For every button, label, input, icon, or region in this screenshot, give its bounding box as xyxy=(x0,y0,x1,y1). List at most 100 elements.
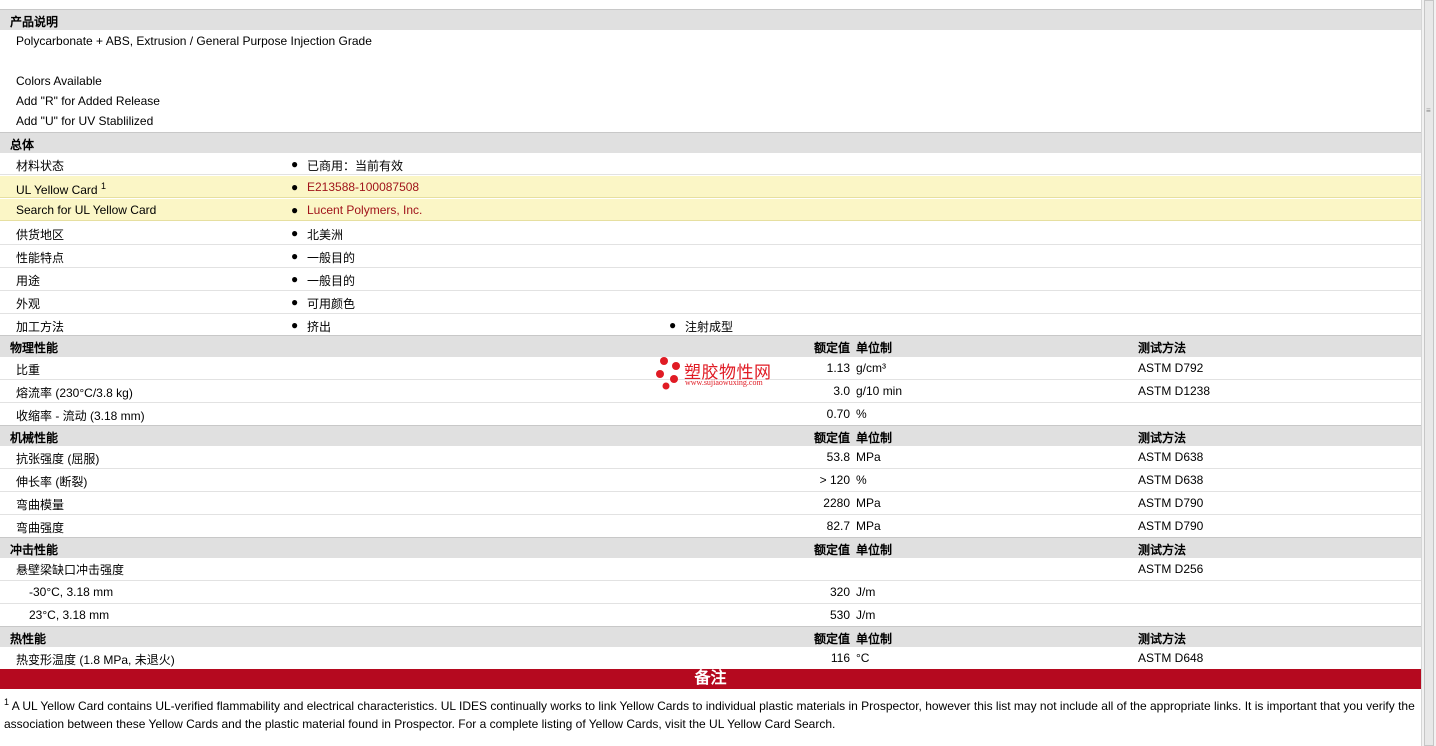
test-method: ASTM D792 xyxy=(1138,361,1204,375)
property-name: 弯曲强度 xyxy=(16,521,65,535)
row-value: 一般目的 xyxy=(307,251,356,265)
property-name: 比重 xyxy=(16,363,41,377)
column-method: 测试方法 xyxy=(1138,632,1187,646)
description-line: Colors Available xyxy=(16,74,102,88)
property-value: 320 xyxy=(829,585,850,599)
footnote-text: A UL Yellow Card contains UL-verified fl… xyxy=(4,699,1415,731)
property-name: 收缩率 - 流动 (3.18 mm) xyxy=(16,409,145,423)
property-name: 悬壁梁缺口冲击强度 xyxy=(16,563,125,577)
bullet-icon: ● xyxy=(291,295,299,309)
property-value: 116 xyxy=(830,651,850,665)
row-features: 性能特点 ● 一般目的 xyxy=(0,245,1421,268)
section-title: 产品说明 xyxy=(10,15,59,29)
bullet-icon: ● xyxy=(291,226,299,240)
row-label: 外观 xyxy=(16,297,41,311)
description-line: Add "U" for UV Stablilized xyxy=(16,114,154,128)
test-method: ASTM D790 xyxy=(1138,496,1204,510)
test-method: ASTM D256 xyxy=(1138,562,1204,576)
section-header-description: 产品说明 xyxy=(0,9,1421,30)
table-row: 热变形温度 (1.8 MPa, 未退火) 116 °C ASTM D648 xyxy=(0,647,1421,669)
footnote-ref: 1 xyxy=(100,181,106,191)
property-value: > 120 xyxy=(819,473,850,487)
section-title: 物理性能 xyxy=(10,341,59,355)
property-value: 530 xyxy=(829,608,850,622)
table-row: 23°C, 3.18 mm 530 J/m xyxy=(0,604,1421,626)
row-availability: 供货地区 ● 北美洲 xyxy=(0,222,1421,245)
description-line: Polycarbonate + ABS, Extrusion / General… xyxy=(16,34,372,48)
description-line: Add "R" for Added Release xyxy=(16,94,160,108)
property-value: 0.70 xyxy=(826,407,850,421)
property-value: 82.7 xyxy=(826,519,850,533)
row-label: 性能特点 xyxy=(16,251,65,265)
row-ul-search: Search for UL Yellow Card ● Lucent Polym… xyxy=(0,199,1421,221)
logo-dots-icon xyxy=(656,357,680,390)
row-value: 挤出 xyxy=(307,320,332,334)
section-title: 冲击性能 xyxy=(10,543,59,557)
bullet-icon: ● xyxy=(669,318,677,332)
test-method: ASTM D1238 xyxy=(1138,384,1211,398)
test-method: ASTM D648 xyxy=(1138,651,1204,665)
row-label: UL Yellow Card 1 xyxy=(16,181,106,197)
property-unit: J/m xyxy=(856,585,876,599)
property-name: -30°C, 3.18 mm xyxy=(29,585,114,599)
column-value: 额定值 xyxy=(813,341,850,355)
datasheet: 产品说明 Polycarbonate + ABS, Extrusion / Ge… xyxy=(0,0,1421,746)
property-value: 3.0 xyxy=(833,384,850,398)
column-unit: 单位制 xyxy=(856,543,893,557)
table-row: 收缩率 - 流动 (3.18 mm) 0.70 % xyxy=(0,403,1421,425)
property-value: 53.8 xyxy=(826,450,850,464)
row-processing: 加工方法 ● 挤出 ● 注射成型 xyxy=(0,314,1421,335)
property-unit: g/10 min xyxy=(856,384,903,398)
footnote-number: 1 xyxy=(4,697,10,707)
ul-search-link[interactable]: Lucent Polymers, Inc. xyxy=(307,203,422,217)
property-name: 伸长率 (断裂) xyxy=(16,475,88,489)
column-method: 测试方法 xyxy=(1138,431,1187,445)
table-row: 悬壁梁缺口冲击强度 ASTM D256 xyxy=(0,558,1421,581)
watermark-url: www.sujiaowuxing.com xyxy=(685,378,763,387)
row-label: 供货地区 xyxy=(16,228,65,242)
section-header-mechanical: 机械性能 额定值 单位制 测试方法 xyxy=(0,425,1421,446)
section-title: 热性能 xyxy=(10,632,47,646)
row-value: 一般目的 xyxy=(307,274,356,288)
property-name: 抗张强度 (屈服) xyxy=(16,452,100,466)
section-title: 总体 xyxy=(10,138,35,152)
row-ul-yellow-card: UL Yellow Card 1 ● E213588-100087508 xyxy=(0,176,1421,198)
scrollbar-thumb[interactable]: ≡ xyxy=(1424,0,1434,746)
table-row: 弯曲模量 2280 MPa ASTM D790 xyxy=(0,492,1421,515)
property-unit: MPa xyxy=(856,519,881,533)
property-unit: J/m xyxy=(856,608,876,622)
row-label: 材料状态 xyxy=(16,159,65,173)
column-unit: 单位制 xyxy=(856,431,893,445)
section-header-physical: 物理性能 额定值 单位制 测试方法 xyxy=(0,335,1421,357)
bullet-icon: ● xyxy=(291,272,299,286)
property-unit: % xyxy=(856,473,867,487)
vertical-scrollbar[interactable]: ≡ xyxy=(1421,0,1436,746)
section-header-general: 总体 xyxy=(0,132,1421,153)
column-method: 测试方法 xyxy=(1138,341,1187,355)
table-row: 弯曲强度 82.7 MPa ASTM D790 xyxy=(0,515,1421,537)
row-value: 已商用：当前有效 xyxy=(307,159,404,173)
property-name: 弯曲模量 xyxy=(16,498,65,512)
bullet-icon: ● xyxy=(291,249,299,263)
test-method: ASTM D638 xyxy=(1138,450,1204,464)
bullet-icon: ● xyxy=(291,180,299,194)
row-label: Search for UL Yellow Card xyxy=(16,203,157,217)
column-value: 额定值 xyxy=(813,632,850,646)
site-watermark-logo: 塑胶物性网 www.sujiaowuxing.com xyxy=(654,356,794,392)
property-name: 热变形温度 (1.8 MPa, 未退火) xyxy=(16,653,175,667)
row-material-status: 材料状态 ● 已商用：当前有效 xyxy=(0,153,1421,175)
property-name: 熔流率 (230°C/3.8 kg) xyxy=(16,386,133,400)
row-uses: 用途 ● 一般目的 xyxy=(0,268,1421,291)
property-unit: g/cm³ xyxy=(856,361,886,375)
table-row: -30°C, 3.18 mm 320 J/m xyxy=(0,581,1421,604)
column-value: 额定值 xyxy=(813,543,850,557)
ul-card-link[interactable]: E213588-100087508 xyxy=(307,180,419,194)
footnote: 1 A UL Yellow Card contains UL-verified … xyxy=(4,693,1416,733)
table-row: 伸长率 (断裂) > 120 % ASTM D638 xyxy=(0,469,1421,492)
grip-icon: ≡ xyxy=(1426,106,1431,115)
row-value: 注射成型 xyxy=(685,320,734,334)
section-header-thermal: 热性能 额定值 单位制 测试方法 xyxy=(0,626,1421,647)
column-value: 额定值 xyxy=(813,431,850,445)
property-unit: % xyxy=(856,407,867,421)
column-method: 测试方法 xyxy=(1138,543,1187,557)
